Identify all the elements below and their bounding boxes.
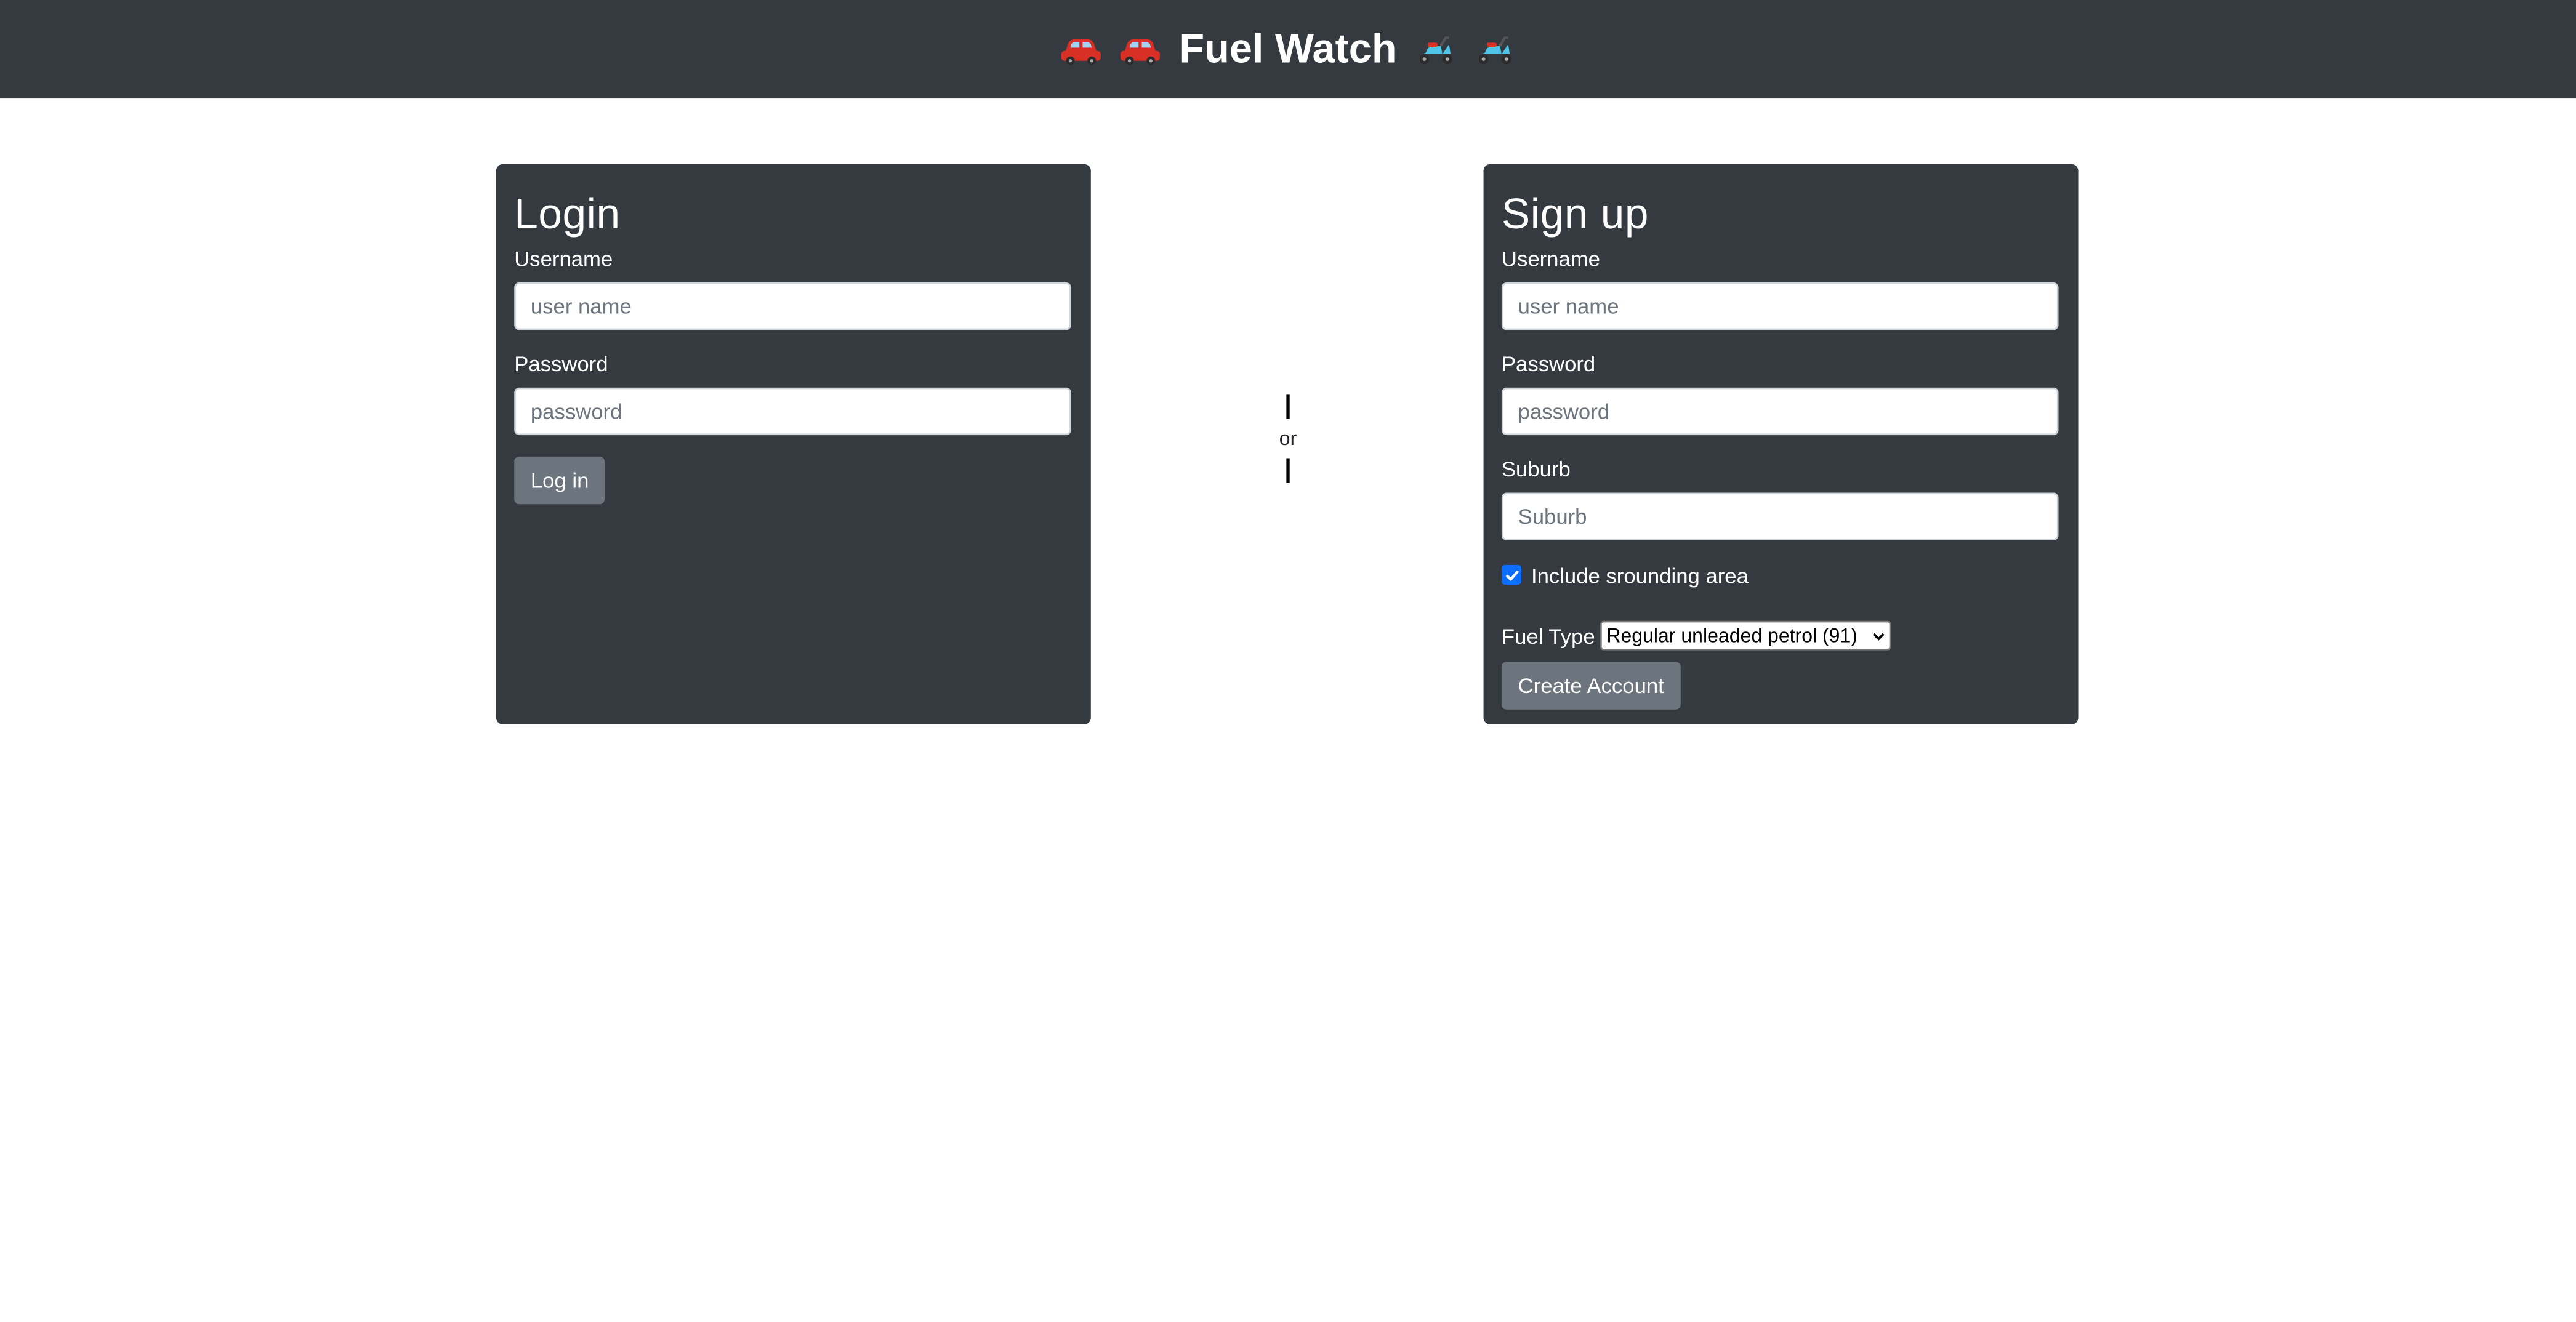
create-account-button[interactable]: Create Account [1501, 662, 1681, 710]
or-divider: or [1268, 394, 1308, 486]
signup-heading: Sign up [1501, 188, 1649, 238]
suburb-label: Suburb [1501, 456, 1571, 481]
login-username-label: Username [514, 246, 613, 271]
chevron-down-icon [1872, 632, 1885, 640]
fuel-type-label: Fuel Type [1501, 623, 1595, 648]
fuel-type-value: Regular unleaded petrol (91) [1606, 623, 1858, 647]
app-title: Fuel Watch [1179, 25, 1397, 72]
include-surrounding-label[interactable]: Include srounding area [1531, 563, 1749, 587]
scooter-icon [1472, 31, 1518, 68]
checkmark-icon [1505, 569, 1518, 580]
scooter-icon [1413, 31, 1459, 68]
car-icon [1117, 31, 1163, 68]
navbar: Fuel Watch [0, 0, 2576, 99]
fuel-type-select[interactable]: Regular unleaded petrol (91) [1600, 620, 1891, 651]
signup-username-label: Username [1501, 246, 1600, 271]
login-password-input[interactable] [514, 387, 1071, 436]
suburb-input[interactable] [1501, 492, 2059, 540]
login-username-input[interactable] [514, 282, 1071, 330]
divider-text: or [1279, 427, 1297, 451]
brand: Fuel Watch [1055, 25, 1522, 72]
divider-line-top [1286, 394, 1290, 419]
fuel-type-row: Fuel Type Regular unleaded petrol (91) [1501, 620, 2060, 651]
car-icon [1058, 31, 1104, 68]
include-surrounding-checkbox[interactable] [1501, 564, 1521, 585]
signup-password-input[interactable] [1501, 387, 2059, 436]
login-button[interactable]: Log in [514, 456, 606, 505]
signup-username-input[interactable] [1501, 282, 2059, 330]
login-card: Login Username Password Log in [496, 164, 1091, 724]
login-password-label: Password [514, 351, 608, 377]
signup-password-label: Password [1501, 351, 1596, 377]
page: Fuel Watch Login Username user name Pass… [0, 0, 2576, 1322]
include-surrounding-row: Include srounding area [1501, 562, 2060, 588]
signup-card: Sign up Username Password Suburb Include… [1483, 164, 2079, 724]
login-heading: Login [514, 188, 621, 238]
divider-line-bottom [1286, 458, 1290, 483]
